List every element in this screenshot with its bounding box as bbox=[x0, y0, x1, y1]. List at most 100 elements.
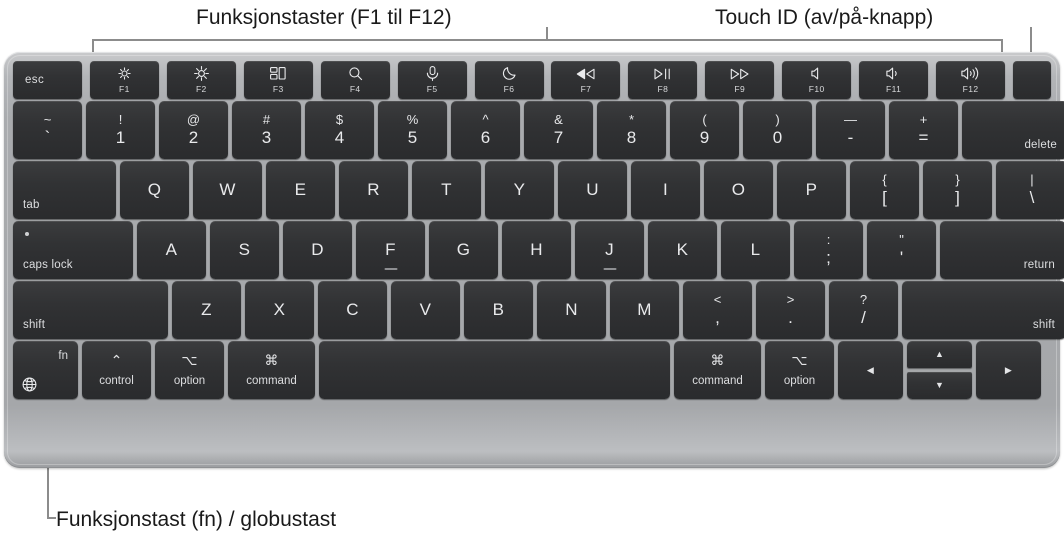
key-label-2: 2 bbox=[188, 128, 199, 147]
key-label-b: B bbox=[492, 300, 505, 319]
key-return[interactable]: return bbox=[940, 221, 1064, 279]
key-6[interactable]: ^ 6 bbox=[451, 101, 520, 159]
key-grave[interactable]: ~ ` bbox=[13, 101, 82, 159]
key-bracket-left[interactable]: {[ bbox=[850, 161, 919, 219]
key-label-g: G bbox=[456, 240, 471, 259]
key-o[interactable]: O bbox=[704, 161, 773, 219]
key-z[interactable]: Z bbox=[172, 281, 241, 339]
key-comma[interactable]: <, bbox=[683, 281, 752, 339]
key-touch-id[interactable] bbox=[1012, 61, 1051, 99]
key-5[interactable]: % 5 bbox=[378, 101, 447, 159]
key-1[interactable]: ! 1 bbox=[86, 101, 155, 159]
rewind-icon bbox=[576, 67, 596, 81]
key-y[interactable]: Y bbox=[485, 161, 554, 219]
key-period[interactable]: >. bbox=[756, 281, 825, 339]
key-option-right[interactable]: ⌥ option bbox=[765, 341, 834, 399]
key-f11[interactable]: F11 bbox=[859, 61, 929, 99]
key-minus[interactable]: — - bbox=[816, 101, 885, 159]
key-command-left[interactable]: ⌘ command bbox=[228, 341, 315, 399]
do-not-disturb-icon bbox=[502, 67, 517, 81]
key-9[interactable]: (9 bbox=[670, 101, 739, 159]
key-space[interactable] bbox=[319, 341, 670, 399]
key-f4[interactable]: F4 bbox=[320, 61, 390, 99]
key-semicolon[interactable]: :; bbox=[794, 221, 863, 279]
key-fn-globe[interactable]: fn bbox=[13, 341, 78, 399]
key-i[interactable]: I bbox=[631, 161, 700, 219]
key-s[interactable]: S bbox=[210, 221, 279, 279]
key-shift-right[interactable]: shift bbox=[902, 281, 1064, 339]
key-8[interactable]: * 8 bbox=[597, 101, 666, 159]
keyboard-row-modifier: fn ⌃ control ⌥ option ⌘ command ⌘ command ⌥ option… bbox=[13, 341, 1051, 399]
key-content-quote: " ' bbox=[867, 221, 936, 279]
key-p[interactable]: P bbox=[777, 161, 846, 219]
key-r[interactable]: R bbox=[339, 161, 408, 219]
key-content-option-left: ⌥ option bbox=[155, 341, 224, 399]
key-label-bracket-right: ] bbox=[955, 188, 960, 207]
key-arrow-down[interactable]: ▼ bbox=[907, 372, 972, 399]
key-control[interactable]: ⌃ control bbox=[82, 341, 151, 399]
key-t[interactable]: T bbox=[412, 161, 481, 219]
key-content-f2: F2 bbox=[167, 61, 236, 99]
key-bracket-right[interactable]: }] bbox=[923, 161, 992, 219]
key-label-delete: delete bbox=[1024, 139, 1057, 151]
spotlight-search-icon bbox=[348, 67, 363, 81]
key-f8[interactable]: F8 bbox=[628, 61, 698, 99]
key-arrow-up[interactable]: ▲ bbox=[907, 341, 972, 368]
key-u[interactable]: U bbox=[558, 161, 627, 219]
key-shift-left[interactable]: shift bbox=[13, 281, 168, 339]
key-f2[interactable]: F2 bbox=[166, 61, 236, 99]
key-equal[interactable]: + = bbox=[889, 101, 958, 159]
key-content-f6: F6 bbox=[475, 61, 544, 99]
key-label-shift-left: shift bbox=[23, 319, 46, 331]
key-c[interactable]: C bbox=[318, 281, 387, 339]
key-command-right[interactable]: ⌘ command bbox=[674, 341, 761, 399]
key-f5[interactable]: F5 bbox=[397, 61, 467, 99]
key-d[interactable]: D bbox=[283, 221, 352, 279]
key-n[interactable]: N bbox=[537, 281, 606, 339]
key-w[interactable]: W bbox=[193, 161, 262, 219]
key-quote[interactable]: " ' bbox=[867, 221, 936, 279]
key-f9[interactable]: F9 bbox=[705, 61, 775, 99]
key-arrow-right[interactable]: ▶ bbox=[976, 341, 1041, 399]
key-f6[interactable]: F6 bbox=[474, 61, 544, 99]
key-a[interactable]: A bbox=[137, 221, 206, 279]
key-f12[interactable]: F12 bbox=[936, 61, 1006, 99]
key-m[interactable]: M bbox=[610, 281, 679, 339]
key-b[interactable]: B bbox=[464, 281, 533, 339]
key-slash[interactable]: ? / bbox=[829, 281, 898, 339]
key-l[interactable]: L bbox=[721, 221, 790, 279]
key-shift-label-minus: — bbox=[844, 112, 857, 127]
key-shift-label-2: @ bbox=[186, 112, 201, 127]
key-h[interactable]: H bbox=[502, 221, 571, 279]
key-g[interactable]: G bbox=[429, 221, 498, 279]
key-label-v: V bbox=[419, 300, 432, 319]
key-0[interactable]: ) 0 bbox=[743, 101, 812, 159]
key-3[interactable]: #3 bbox=[232, 101, 301, 159]
key-shift-label-6: ^ bbox=[482, 112, 489, 127]
key-4[interactable]: $4 bbox=[305, 101, 374, 159]
key-j[interactable]: J bbox=[575, 221, 644, 279]
key-arrow-left[interactable]: ◀ bbox=[838, 341, 903, 399]
key-7[interactable]: & 7 bbox=[524, 101, 593, 159]
key-f[interactable]: F bbox=[356, 221, 425, 279]
key-option-left[interactable]: ⌥ option bbox=[155, 341, 224, 399]
key-x[interactable]: X bbox=[245, 281, 314, 339]
key-f7[interactable]: F7 bbox=[551, 61, 621, 99]
keyboard-row-function: esc F1 F2 F3 F4 F5 F6 F7 F8 F9 F10 F11 F12 bbox=[13, 61, 1051, 99]
key-f3[interactable]: F3 bbox=[243, 61, 313, 99]
key-delete[interactable]: delete bbox=[962, 101, 1064, 159]
key-esc[interactable]: esc bbox=[13, 61, 82, 99]
key-caps-lock[interactable]: caps lock bbox=[13, 221, 133, 279]
key-backslash[interactable]: | \ bbox=[996, 161, 1064, 219]
keyboard-row-qwerty: tab Q W E R T Y U I O P{[}] | \ bbox=[13, 161, 1064, 219]
key-f1[interactable]: F1 bbox=[89, 61, 159, 99]
key-f10[interactable]: F10 bbox=[782, 61, 852, 99]
callout-label-touch-id: Touch ID (av/på-knapp) bbox=[715, 6, 934, 29]
key-e[interactable]: E bbox=[266, 161, 335, 219]
key-tab[interactable]: tab bbox=[13, 161, 116, 219]
key-2[interactable]: @2 bbox=[159, 101, 228, 159]
key-label-w: W bbox=[219, 180, 236, 199]
key-k[interactable]: K bbox=[648, 221, 717, 279]
key-q[interactable]: Q bbox=[120, 161, 189, 219]
key-v[interactable]: V bbox=[391, 281, 460, 339]
